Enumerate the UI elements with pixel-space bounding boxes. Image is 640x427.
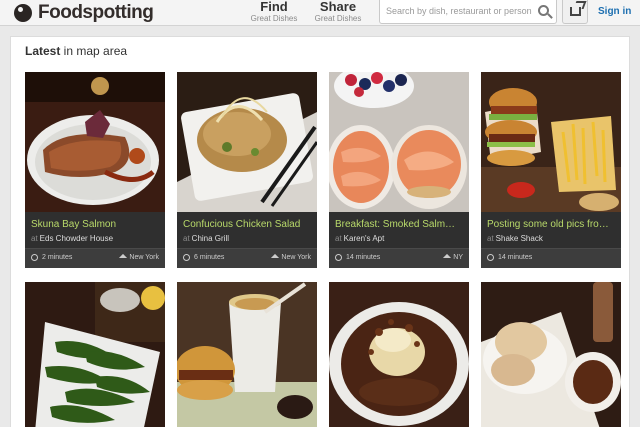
card-info: Skuna Bay Salmon at Eds Chowder House 2 m… <box>25 212 165 268</box>
shake-shack-photo <box>481 72 621 212</box>
section-title-rest: in map area <box>60 44 128 58</box>
time-text: 14 minutes <box>498 254 533 261</box>
location-arrow-icon <box>271 253 279 261</box>
card-meta: 14 minutes NY <box>329 248 469 268</box>
food-photo[interactable] <box>25 72 165 212</box>
salmon-photo <box>25 72 165 212</box>
time-ago: 2 minutes <box>31 254 72 261</box>
dish-name[interactable]: Skuna Bay Salmon <box>31 219 161 230</box>
at-label: at <box>487 234 494 243</box>
location-arrow-icon <box>443 253 451 261</box>
card-info: Confucious Chicken Salad at China Grill 6… <box>177 212 317 268</box>
time-ago: 14 minutes <box>335 254 380 261</box>
nav-find-label: Find <box>260 0 288 14</box>
shake-and-burger-photo <box>177 282 317 427</box>
food-card[interactable] <box>481 282 621 427</box>
chicken-salad-photo <box>177 72 317 212</box>
card-meta: 14 minutes <box>481 248 621 268</box>
at-label: at <box>183 234 190 243</box>
place-name[interactable]: Karen's Apt <box>344 234 385 243</box>
search-box <box>379 0 557 24</box>
place-line: at Karen's Apt <box>335 234 384 243</box>
dish-name[interactable]: Confucious Chicken Salad <box>183 219 313 230</box>
food-card[interactable]: Confucious Chicken Salad at China Grill 6… <box>177 72 317 268</box>
card-info: Breakfast: Smoked Salm… at Karen's Apt 14… <box>329 212 469 268</box>
food-photo[interactable] <box>25 282 165 427</box>
dish-name[interactable]: Posting some old pics fro… <box>487 219 617 230</box>
food-card[interactable] <box>177 282 317 427</box>
place-line: at Shake Shack <box>487 234 543 243</box>
shishito-peppers-photo <box>25 282 165 427</box>
ice-cream-photo <box>481 282 621 427</box>
place-name[interactable]: Eds Chowder House <box>40 234 113 243</box>
nav-share-sub: Great Dishes <box>314 14 362 23</box>
food-card[interactable]: Posting some old pics fro… at Shake Shack… <box>481 72 621 268</box>
place-name[interactable]: Shake Shack <box>496 234 543 243</box>
card-info: Posting some old pics fro… at Shake Shack… <box>481 212 621 268</box>
clock-icon <box>335 254 342 261</box>
food-card[interactable] <box>329 282 469 427</box>
nav-find[interactable]: Find Great Dishes <box>248 0 300 23</box>
place-name[interactable]: China Grill <box>192 234 229 243</box>
nav-share-label: Share <box>319 0 357 14</box>
section-title: Latest in map area <box>25 44 127 58</box>
location[interactable]: New York <box>120 254 159 261</box>
search-icon[interactable] <box>538 5 549 16</box>
nav-find-sub: Great Dishes <box>250 14 298 23</box>
search-input[interactable] <box>386 6 534 16</box>
clock-icon <box>487 254 494 261</box>
food-card[interactable]: Skuna Bay Salmon at Eds Chowder House 2 m… <box>25 72 165 268</box>
food-photo[interactable] <box>177 282 317 427</box>
food-photo[interactable] <box>329 72 469 212</box>
logo[interactable]: Foodspotting <box>14 1 154 25</box>
clock-icon <box>183 254 190 261</box>
food-card[interactable]: Breakfast: Smoked Salm… at Karen's Apt 14… <box>329 72 469 268</box>
location-text: NY <box>453 254 463 261</box>
location-text: New York <box>129 254 159 261</box>
dish-name[interactable]: Breakfast: Smoked Salm… <box>335 219 465 230</box>
share-icon <box>570 7 581 16</box>
location-text: New York <box>281 254 311 261</box>
top-bar: Foodspotting Find Great Dishes Share Gre… <box>0 0 640 26</box>
place-line: at Eds Chowder House <box>31 234 113 243</box>
smoked-salmon-photo <box>329 72 469 212</box>
place-line: at China Grill <box>183 234 229 243</box>
food-photo[interactable] <box>177 72 317 212</box>
card-meta: 6 minutes New York <box>177 248 317 268</box>
bowl-dish-photo <box>329 282 469 427</box>
sign-in-link[interactable]: Sign in <box>598 6 631 17</box>
section-title-bold: Latest <box>25 44 61 58</box>
location-arrow-icon <box>119 253 127 261</box>
time-text: 2 minutes <box>42 254 73 261</box>
logo-text: Foodspotting <box>38 2 154 23</box>
latest-panel: Latest in map area Skuna Bay Salmon at Ed… <box>10 36 630 427</box>
clock-icon <box>31 254 38 261</box>
location[interactable]: NY <box>444 254 463 261</box>
card-meta: 2 minutes New York <box>25 248 165 268</box>
nav-share[interactable]: Share Great Dishes <box>312 0 364 23</box>
time-ago: 14 minutes <box>487 254 532 261</box>
location[interactable]: New York <box>272 254 311 261</box>
food-card[interactable] <box>25 282 165 427</box>
at-label: at <box>31 234 38 243</box>
time-text: 6 minutes <box>194 254 225 261</box>
food-photo[interactable] <box>481 72 621 212</box>
food-photo[interactable] <box>329 282 469 427</box>
time-ago: 6 minutes <box>183 254 224 261</box>
share-button[interactable] <box>562 0 588 24</box>
at-label: at <box>335 234 342 243</box>
foodspotting-logo-icon <box>14 4 32 22</box>
food-photo[interactable] <box>481 282 621 427</box>
time-text: 14 minutes <box>346 254 381 261</box>
